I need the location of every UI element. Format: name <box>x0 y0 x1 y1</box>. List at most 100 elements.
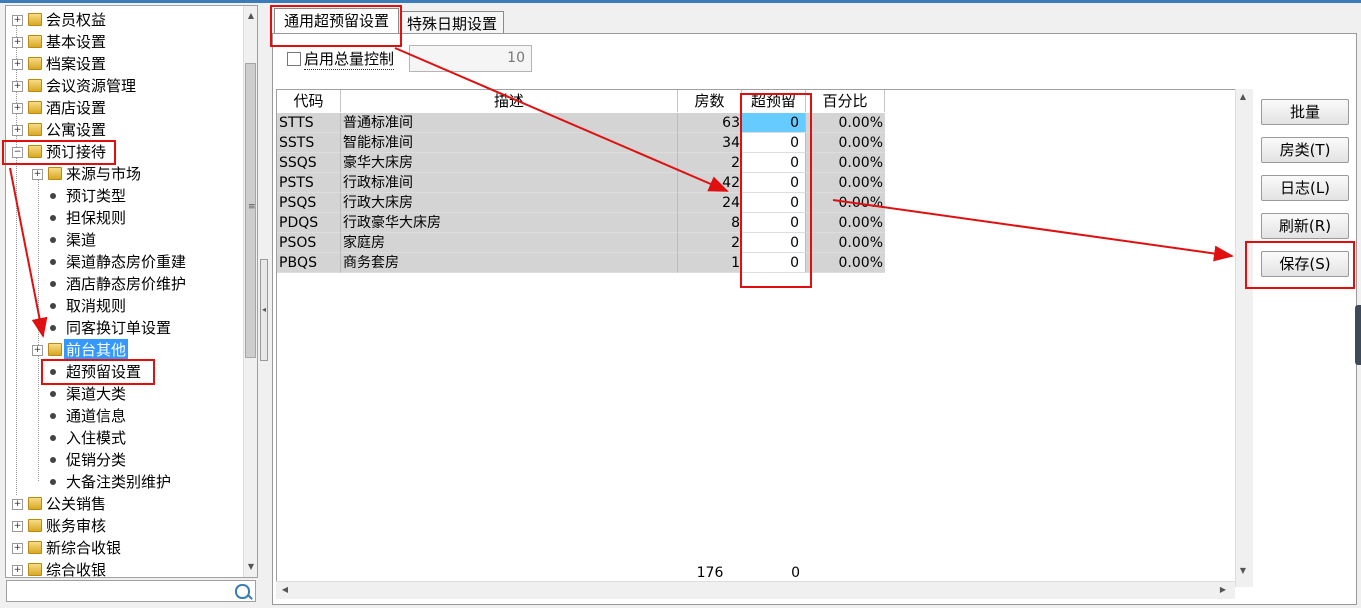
cell-percent: 0.00% <box>806 193 885 213</box>
scroll-down-icon[interactable]: ▼ <box>244 559 257 575</box>
folder-icon <box>28 497 42 510</box>
cell-rooms: 2 <box>678 233 742 253</box>
scroll-up-icon[interactable]: ▲ <box>244 8 257 24</box>
room-type-button[interactable]: 房类(T) <box>1261 137 1349 163</box>
grid-vertical-scrollbar[interactable]: ▲ ▼ <box>1235 89 1253 587</box>
expand-icon[interactable]: + <box>32 169 43 180</box>
expand-icon[interactable]: + <box>12 543 23 554</box>
tree-item-label: 渠道大类 <box>66 385 127 403</box>
splitter-handle[interactable]: ◂ <box>260 259 268 361</box>
expand-icon[interactable]: + <box>12 15 23 26</box>
tree-item-label: 公关销售 <box>46 495 107 513</box>
folder-icon <box>28 35 42 48</box>
expand-icon[interactable]: + <box>12 521 23 532</box>
col-header-rooms[interactable]: 房数 <box>678 90 742 112</box>
cell-code: PSTS <box>277 173 341 193</box>
annotation-box-overbook-column <box>740 93 812 288</box>
expand-icon[interactable]: + <box>32 345 43 356</box>
bullet-icon <box>50 457 56 463</box>
folder-icon <box>28 541 42 554</box>
cell-code: PSQS <box>277 193 341 213</box>
enable-total-control-checkbox[interactable] <box>287 52 301 66</box>
enable-total-control-label[interactable]: 启用总量控制 <box>304 48 395 70</box>
folder-icon <box>28 79 42 92</box>
cell-rooms: 1 <box>678 253 742 273</box>
folder-icon <box>28 57 42 70</box>
scroll-right-icon[interactable]: ▶ <box>1216 582 1230 598</box>
cell-percent: 0.00% <box>806 153 885 173</box>
tree-item-label: 通道信息 <box>66 407 127 425</box>
nav-tree: + 会员权益 + 基本设置 + 档案设置 + 会议资源管理 + 酒店设置 + 公… <box>5 5 258 578</box>
bullet-icon <box>50 193 56 199</box>
expand-icon[interactable]: + <box>12 81 23 92</box>
cell-code: PSOS <box>277 233 341 253</box>
cell-desc: 商务套房 <box>341 253 678 273</box>
tree-item-label: 公寓设置 <box>46 121 107 139</box>
tab-special-dates[interactable]: 特殊日期设置 <box>400 11 504 35</box>
folder-icon <box>28 563 42 576</box>
folder-icon <box>28 123 42 136</box>
cell-rooms: 8 <box>678 213 742 233</box>
cell-desc: 行政豪华大床房 <box>341 213 678 233</box>
refresh-button[interactable]: 刷新(R) <box>1261 213 1349 239</box>
bullet-icon <box>50 413 56 419</box>
cell-percent: 0.00% <box>806 253 885 273</box>
cell-desc: 行政大床房 <box>341 193 678 213</box>
cell-rooms: 2 <box>678 153 742 173</box>
bullet-icon <box>50 325 56 331</box>
tree-item-label: 渠道 <box>66 231 97 249</box>
folder-icon <box>48 343 62 356</box>
tree-item-label: 基本设置 <box>46 33 107 51</box>
annotation-box-reservation <box>2 140 116 165</box>
scroll-thumb[interactable]: ≡ <box>245 63 256 358</box>
scroll-down-icon[interactable]: ▼ <box>1236 563 1250 579</box>
tree-item-label: 档案设置 <box>46 55 107 73</box>
expand-icon[interactable]: + <box>12 37 23 48</box>
bullet-icon <box>50 479 56 485</box>
col-header-code[interactable]: 代码 <box>277 90 341 112</box>
search-icon[interactable] <box>235 584 250 599</box>
tree-item-label: 前台其他 <box>64 339 129 361</box>
tree-item-label: 会议资源管理 <box>46 77 137 95</box>
tree-item-label: 促销分类 <box>66 451 127 469</box>
cell-code: SSQS <box>277 153 341 173</box>
bullet-icon <box>50 391 56 397</box>
tree-search-input[interactable] <box>6 580 256 602</box>
expand-icon[interactable]: + <box>12 103 23 114</box>
grid-horizontal-scrollbar[interactable]: ◀ ▶ <box>276 581 1235 599</box>
scroll-up-icon[interactable]: ▲ <box>1236 89 1250 105</box>
expand-icon[interactable]: + <box>12 565 23 576</box>
bullet-icon <box>50 215 56 221</box>
tree-scrollbar[interactable]: ▲ ≡ ▼ <box>243 6 257 577</box>
cell-percent: 0.00% <box>806 233 885 253</box>
tree-item-label: 入住模式 <box>66 429 127 447</box>
tree-item-label: 酒店静态房价维护 <box>66 275 187 293</box>
tree-item-label: 渠道静态房价重建 <box>66 253 187 271</box>
cell-desc: 家庭房 <box>341 233 678 253</box>
side-drawer-handle[interactable] <box>1355 305 1361 365</box>
col-header-percent[interactable]: 百分比 <box>806 90 885 112</box>
expand-icon[interactable]: + <box>12 59 23 70</box>
total-control-input[interactable]: 10 <box>409 45 532 72</box>
log-button[interactable]: 日志(L) <box>1261 175 1349 201</box>
expand-icon[interactable]: + <box>12 499 23 510</box>
bullet-icon <box>50 435 56 441</box>
cell-percent: 0.00% <box>806 213 885 233</box>
annotation-box-overbooking-item <box>41 359 155 385</box>
grip-icon: ≡ <box>248 202 256 212</box>
cell-desc: 豪华大床房 <box>341 153 678 173</box>
cell-rooms: 63 <box>678 113 742 133</box>
folder-icon <box>28 519 42 532</box>
tree-item-label: 新综合收银 <box>46 539 122 557</box>
tree-item-label: 同客换订单设置 <box>66 319 172 337</box>
panel-splitter[interactable]: ◂ <box>259 5 268 601</box>
cell-code: SSTS <box>277 133 341 153</box>
cell-code: PDQS <box>277 213 341 233</box>
scroll-left-icon[interactable]: ◀ <box>278 582 292 598</box>
cell-percent: 0.00% <box>806 173 885 193</box>
col-header-desc[interactable]: 描述 <box>341 90 678 112</box>
tree-item-label: 会员权益 <box>46 11 107 29</box>
expand-icon[interactable]: + <box>12 125 23 136</box>
cell-code: STTS <box>277 113 341 133</box>
batch-button[interactable]: 批量 <box>1261 99 1349 125</box>
